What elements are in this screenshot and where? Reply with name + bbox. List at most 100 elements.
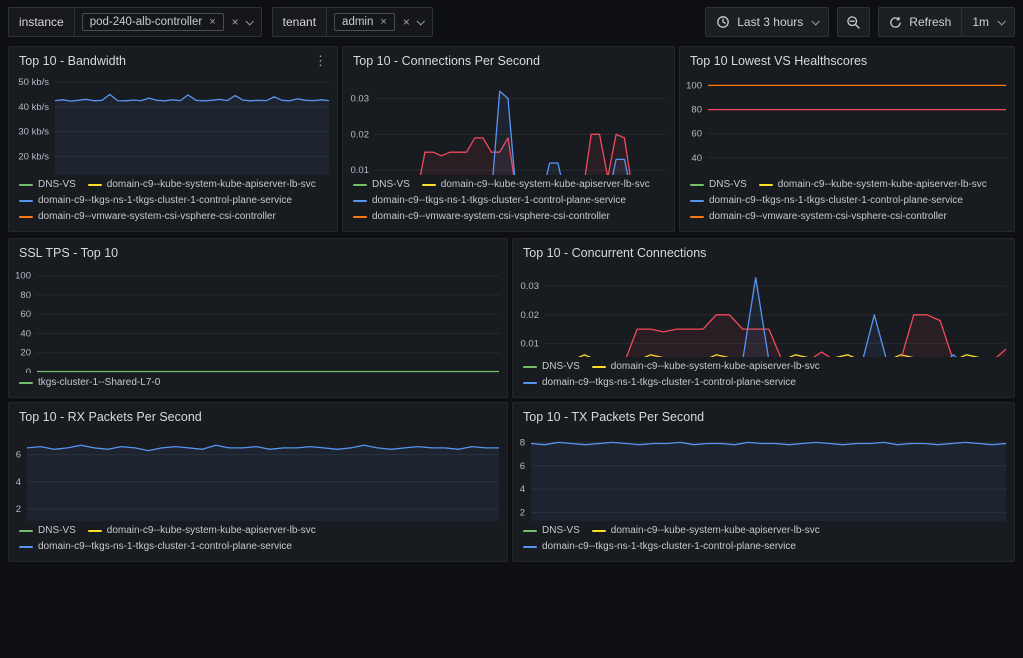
variable-filters: instance pod-240-alb-controller × × tena… — [8, 7, 433, 37]
panel-title[interactable]: Top 10 Lowest VS Healthscores — [690, 54, 867, 68]
legend-line-icon — [523, 545, 537, 548]
legend-line-icon — [523, 381, 537, 384]
remove-tag-icon[interactable]: × — [209, 16, 215, 28]
legend-label: domain-c9--vmware-system-csi-vsphere-csi… — [38, 211, 276, 222]
filter-instance-tag[interactable]: pod-240-alb-controller × — [81, 13, 224, 31]
panel-header: Top 10 - Connections Per Second — [343, 47, 674, 71]
remove-tag-icon[interactable]: × — [380, 16, 386, 28]
chart-connections-per-second[interactable]: 00.010.020.0321:0021:3022:0022:3023:0023… — [343, 71, 674, 175]
legend-connections-per-second: DNS-VS domain-c9--kube-system-kube-apiser… — [343, 175, 674, 231]
legend-item[interactable]: domain-c9--kube-system-kube-apiserver-lb… — [421, 178, 650, 191]
legend-line-icon — [523, 529, 537, 532]
panel-title[interactable]: Top 10 - Concurrent Connections — [523, 246, 706, 260]
svg-text:50 kb/s: 50 kb/s — [18, 77, 49, 88]
clear-filter-icon[interactable]: × — [403, 15, 410, 29]
chart-bandwidth[interactable]: 0 b/s10 kb/s20 kb/s30 kb/s40 kb/s50 kb/s… — [9, 71, 337, 175]
legend-item[interactable]: domain-c9--tkgs-ns-1-tkgs-cluster-1-cont… — [690, 194, 963, 207]
svg-text:0.01: 0.01 — [351, 165, 370, 175]
panel-header: Top 10 Lowest VS Healthscores — [680, 47, 1014, 71]
legend-item[interactable]: domain-c9--tkgs-ns-1-tkgs-cluster-1-cont… — [523, 376, 796, 389]
svg-text:0.01: 0.01 — [521, 338, 540, 349]
legend-line-icon — [19, 381, 33, 384]
legend-item[interactable]: DNS-VS — [19, 178, 76, 191]
svg-text:60: 60 — [20, 309, 31, 320]
filter-tenant-tag-value: admin — [342, 16, 374, 28]
legend-item[interactable]: DNS-VS — [523, 524, 580, 537]
chevron-down-icon[interactable] — [245, 17, 254, 26]
legend-item[interactable]: domain-c9--tkgs-ns-1-tkgs-cluster-1-cont… — [19, 540, 292, 553]
chart-lowest-vs-healthscores[interactable]: 02040608010021:0021:3022:0022:3023:0023:… — [680, 71, 1014, 175]
chart-ssl-tps[interactable]: 02040608010020:4521:0021:1521:3021:4522:… — [9, 263, 507, 373]
chart-tx-packets-per-second[interactable]: 0246820:4521:0021:1521:3021:4522:0022:15… — [513, 427, 1014, 521]
filter-instance-label: instance — [9, 8, 75, 36]
svg-text:8: 8 — [520, 437, 525, 448]
legend-label: domain-c9--kube-system-kube-apiserver-lb… — [106, 525, 316, 536]
legend-item[interactable]: domain-c9--vmware-system-csi-vsphere-csi… — [19, 210, 276, 223]
legend-item[interactable]: domain-c9--kube-system-kube-apiserver-lb… — [87, 524, 316, 537]
svg-text:60: 60 — [691, 129, 702, 140]
legend-label: domain-c9--kube-system-kube-apiserver-lb… — [440, 179, 650, 190]
panel-rx-packets-per-second: Top 10 - RX Packets Per Second 024620:45… — [8, 402, 508, 562]
legend-item[interactable]: DNS-VS — [690, 178, 747, 191]
svg-text:6: 6 — [520, 461, 525, 472]
svg-text:80: 80 — [691, 105, 702, 116]
legend-item[interactable]: domain-c9--kube-system-kube-apiserver-lb… — [591, 524, 820, 537]
legend-item[interactable]: domain-c9--tkgs-ns-1-tkgs-cluster-1-cont… — [353, 194, 626, 207]
legend-item[interactable]: domain-c9--kube-system-kube-apiserver-lb… — [87, 178, 316, 191]
legend-line-icon — [19, 183, 33, 186]
filter-tenant-tag[interactable]: admin × — [334, 13, 395, 31]
legend-item[interactable]: DNS-VS — [523, 360, 580, 373]
legend-line-icon — [87, 183, 102, 186]
legend-label: domain-c9--tkgs-ns-1-tkgs-cluster-1-cont… — [38, 541, 292, 552]
legend-line-icon — [353, 183, 367, 186]
panel-title[interactable]: Top 10 - Bandwidth — [19, 54, 126, 68]
legend-line-icon — [421, 183, 436, 186]
legend-line-icon — [353, 199, 367, 202]
refresh-button[interactable]: Refresh — [878, 7, 963, 37]
legend-label: DNS-VS — [542, 525, 580, 536]
filter-instance-tag-value: pod-240-alb-controller — [89, 16, 203, 28]
panel-concurrent-connections: Top 10 - Concurrent Connections 00.010.0… — [512, 238, 1015, 398]
svg-text:100: 100 — [15, 271, 31, 282]
legend-line-icon — [690, 215, 704, 218]
legend-label: domain-c9--tkgs-ns-1-tkgs-cluster-1-cont… — [372, 195, 626, 206]
legend-item[interactable]: domain-c9--kube-system-kube-apiserver-lb… — [758, 178, 987, 191]
time-range-label: Last 3 hours — [737, 15, 804, 29]
legend-ssl-tps: tkgs-cluster-1--Shared-L7-0 — [9, 373, 507, 397]
chevron-down-icon[interactable] — [416, 17, 425, 26]
dashboard-toolbar: instance pod-240-alb-controller × × tena… — [0, 0, 1023, 44]
legend-item[interactable]: domain-c9--kube-system-kube-apiserver-lb… — [591, 360, 820, 373]
legend-concurrent-connections: DNS-VS domain-c9--kube-system-kube-apiser… — [513, 357, 1014, 397]
legend-label: DNS-VS — [709, 179, 747, 190]
legend-item[interactable]: domain-c9--vmware-system-csi-vsphere-csi… — [353, 210, 610, 223]
panel-ssl-tps: SSL TPS - Top 10 02040608010020:4521:002… — [8, 238, 508, 398]
panel-title[interactable]: Top 10 - RX Packets Per Second — [19, 410, 202, 424]
chart-rx-packets-per-second[interactable]: 024620:4521:0021:1521:3021:4522:0022:152… — [9, 427, 507, 521]
svg-text:0.03: 0.03 — [521, 281, 540, 292]
legend-item[interactable]: domain-c9--vmware-system-csi-vsphere-csi… — [690, 210, 947, 223]
panel-header: Top 10 - Bandwidth ⋮ — [9, 47, 337, 71]
chart-concurrent-connections[interactable]: 00.010.020.0320:4521:0021:1521:3021:4522… — [513, 263, 1014, 357]
svg-text:0.03: 0.03 — [351, 94, 370, 105]
refresh-icon — [890, 16, 902, 28]
time-controls: Last 3 hours Refresh 1m — [705, 7, 1015, 37]
legend-label: domain-c9--kube-system-kube-apiserver-lb… — [106, 179, 316, 190]
panel-title[interactable]: SSL TPS - Top 10 — [19, 246, 118, 260]
time-range-button[interactable]: Last 3 hours — [705, 7, 830, 37]
legend-item[interactable]: DNS-VS — [19, 524, 76, 537]
legend-line-icon — [690, 199, 704, 202]
legend-label: tkgs-cluster-1--Shared-L7-0 — [38, 377, 161, 388]
panel-title[interactable]: Top 10 - TX Packets Per Second — [523, 410, 704, 424]
svg-text:4: 4 — [520, 484, 525, 495]
legend-item[interactable]: domain-c9--tkgs-ns-1-tkgs-cluster-1-cont… — [523, 540, 796, 553]
legend-item[interactable]: tkgs-cluster-1--Shared-L7-0 — [19, 376, 160, 389]
legend-item[interactable]: domain-c9--tkgs-ns-1-tkgs-cluster-1-cont… — [19, 194, 292, 207]
legend-label: DNS-VS — [38, 525, 76, 536]
panel-title[interactable]: Top 10 - Connections Per Second — [353, 54, 540, 68]
legend-item[interactable]: DNS-VS — [353, 178, 410, 191]
zoom-out-button[interactable] — [837, 7, 871, 37]
legend-line-icon — [19, 545, 33, 548]
refresh-interval-button[interactable]: 1m — [962, 7, 1015, 37]
clear-filter-icon[interactable]: × — [232, 15, 239, 29]
panel-menu-icon[interactable]: ⋮ — [314, 54, 327, 67]
